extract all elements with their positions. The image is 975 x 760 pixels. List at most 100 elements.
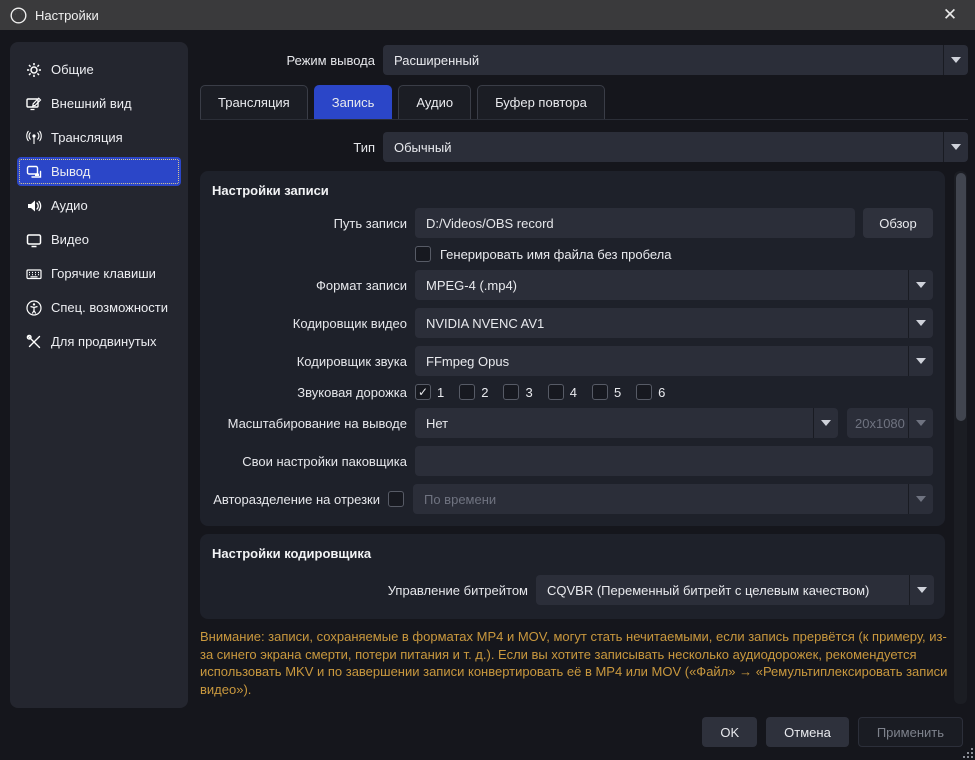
vertical-scrollbar[interactable] xyxy=(954,171,967,704)
sidebar-item-general[interactable]: Общие xyxy=(17,55,181,84)
audio-track-3-checkbox[interactable] xyxy=(503,384,520,400)
chevron-down-icon xyxy=(943,45,968,75)
audio-track-2-checkbox[interactable] xyxy=(459,384,476,400)
titlebar: Настройки ✕ xyxy=(0,0,975,30)
close-icon[interactable]: ✕ xyxy=(935,0,965,30)
video-encoder-row: Кодировщик видео NVIDIA NVENC AV1 xyxy=(212,308,933,338)
audio-track-3: 3 xyxy=(503,384,533,400)
rescale-value: Нет xyxy=(426,415,449,431)
audio-track-6-checkbox[interactable] xyxy=(636,384,653,400)
sidebar-item-label: Видео xyxy=(51,232,89,247)
autosplit-label: Авторазделение на отрезки xyxy=(213,491,380,507)
tab-streaming[interactable]: Трансляция xyxy=(200,85,308,119)
filename-nospace-checkbox[interactable] xyxy=(415,246,431,262)
settings-window: Настройки ✕ Общие Внешний вид Трансляция… xyxy=(0,0,975,760)
encoder-settings-panel: Настройки кодировщика Управление битрейт… xyxy=(200,534,945,619)
monitor-icon xyxy=(26,233,42,247)
audio-track-1-label: 1 xyxy=(437,384,445,400)
output-tabs: Трансляция Запись Аудио Буфер повтора xyxy=(200,85,968,120)
audio-track-4-checkbox[interactable] xyxy=(547,384,564,400)
video-encoder-select[interactable]: NVIDIA NVENC AV1 xyxy=(415,308,933,338)
audio-encoder-value: FFmpeg Opus xyxy=(426,353,510,369)
output-mode-row: Режим вывода Расширенный xyxy=(200,45,968,75)
accessibility-icon xyxy=(26,299,42,316)
filename-nospace-row: Генерировать имя файла без пробела xyxy=(212,246,933,262)
audio-track-options: ✓ 1 2 3 4 5 6 xyxy=(415,384,673,400)
sidebar-item-accessibility[interactable]: Спец. возможности xyxy=(17,293,181,322)
audio-track-2: 2 xyxy=(459,384,488,400)
recording-path-row: Путь записи D:/Videos/OBS record Обзор xyxy=(212,208,933,238)
autosplit-checkbox[interactable] xyxy=(388,491,404,507)
muxer-settings-input[interactable] xyxy=(415,446,933,476)
chevron-down-icon xyxy=(909,575,934,605)
audio-encoder-select[interactable]: FFmpeg Opus xyxy=(415,346,933,376)
scrollbar-thumb[interactable] xyxy=(955,173,966,421)
recording-format-label: Формат записи xyxy=(315,277,407,293)
recording-path-input[interactable]: D:/Videos/OBS record xyxy=(415,208,855,238)
output-mode-select[interactable]: Расширенный xyxy=(383,45,968,75)
settings-sidebar: Общие Внешний вид Трансляция Вывод Аудио… xyxy=(10,42,188,708)
audio-encoder-row: Кодировщик звука FFmpeg Opus xyxy=(212,346,933,376)
chevron-down-icon xyxy=(908,346,933,376)
sidebar-item-label: Общие xyxy=(51,62,94,77)
recording-format-value: MPEG-4 (.mp4) xyxy=(426,277,518,293)
sidebar-item-audio[interactable]: Аудио xyxy=(17,191,181,220)
ok-button[interactable]: OK xyxy=(702,717,758,747)
keyboard-icon xyxy=(26,268,42,279)
audio-track-5-label: 5 xyxy=(613,384,622,400)
output-icon xyxy=(26,165,42,178)
audio-track-2-label: 2 xyxy=(481,384,489,400)
recording-path-label: Путь записи xyxy=(333,215,407,231)
cancel-button[interactable]: Отмена xyxy=(766,717,849,747)
format-warning-text: Внимание: записи, сохраняемые в форматах… xyxy=(200,629,948,697)
recording-settings-title: Настройки записи xyxy=(212,183,329,198)
dialog-buttons: OK Отмена Применить xyxy=(702,717,963,747)
browse-button[interactable]: Обзор xyxy=(863,208,933,238)
sidebar-item-hotkeys[interactable]: Горячие клавиши xyxy=(17,259,181,288)
type-row: Тип Обычный xyxy=(200,132,968,162)
tab-audio[interactable]: Аудио xyxy=(398,85,472,119)
sidebar-item-stream[interactable]: Трансляция xyxy=(17,123,181,152)
chevron-down-icon xyxy=(908,270,933,300)
audio-track-5: 5 xyxy=(591,384,622,400)
filename-nospace-label: Генерировать имя файла без пробела xyxy=(440,246,672,262)
tab-replay-buffer[interactable]: Буфер повтора xyxy=(477,85,605,119)
chevron-down-icon xyxy=(943,132,968,162)
autosplit-row: Авторазделение на отрезки По времени xyxy=(212,484,933,514)
sidebar-item-advanced[interactable]: Для продвинутых xyxy=(17,327,181,356)
audio-track-4-label: 4 xyxy=(569,384,577,400)
audio-track-4: 4 xyxy=(547,384,577,400)
main-content: Режим вывода Расширенный Трансляция Запи… xyxy=(200,45,968,704)
audio-track-6: 6 xyxy=(636,384,665,400)
sidebar-item-label: Горячие клавиши xyxy=(51,266,156,281)
sidebar-item-output[interactable]: Вывод xyxy=(17,157,181,186)
speaker-icon xyxy=(28,200,42,211)
audio-track-1-checkbox[interactable]: ✓ xyxy=(415,384,431,400)
apply-button[interactable]: Применить xyxy=(857,717,963,747)
recording-format-select[interactable]: MPEG-4 (.mp4) xyxy=(415,270,933,300)
audio-track-5-checkbox[interactable] xyxy=(591,384,608,400)
video-encoder-value: NVIDIA NVENC AV1 xyxy=(426,315,545,331)
type-value: Обычный xyxy=(394,139,452,155)
audio-track-3-label: 3 xyxy=(525,384,533,400)
rescale-resolution-value: 20x1080 xyxy=(855,415,905,431)
rescale-select[interactable]: Нет xyxy=(415,408,838,438)
sidebar-item-appearance[interactable]: Внешний вид xyxy=(17,89,181,118)
audio-track-6-label: 6 xyxy=(658,384,666,400)
sidebar-item-video[interactable]: Видео xyxy=(17,225,181,254)
type-select[interactable]: Обычный xyxy=(383,132,968,162)
bitrate-control-select[interactable]: CQVBR (Переменный битрейт с целевым каче… xyxy=(536,575,934,605)
resize-grip[interactable] xyxy=(961,746,973,758)
sidebar-item-label: Аудио xyxy=(51,198,88,213)
recording-format-row: Формат записи MPEG-4 (.mp4) xyxy=(212,270,933,300)
output-mode-label: Режим вывода xyxy=(286,52,375,68)
appearance-icon xyxy=(26,96,42,110)
tab-recording[interactable]: Запись xyxy=(313,85,393,119)
autosplit-type-select: По времени xyxy=(413,484,933,514)
rescale-resolution-select: 20x1080 xyxy=(847,408,933,438)
broadcast-icon xyxy=(26,130,42,144)
bitrate-control-value: CQVBR (Переменный битрейт с целевым каче… xyxy=(547,582,870,598)
bitrate-control-label: Управление битрейтом xyxy=(387,582,528,598)
rescale-row: Масштабирование на выводе Нет 20x1080 xyxy=(212,408,933,438)
gear-icon xyxy=(27,62,41,77)
